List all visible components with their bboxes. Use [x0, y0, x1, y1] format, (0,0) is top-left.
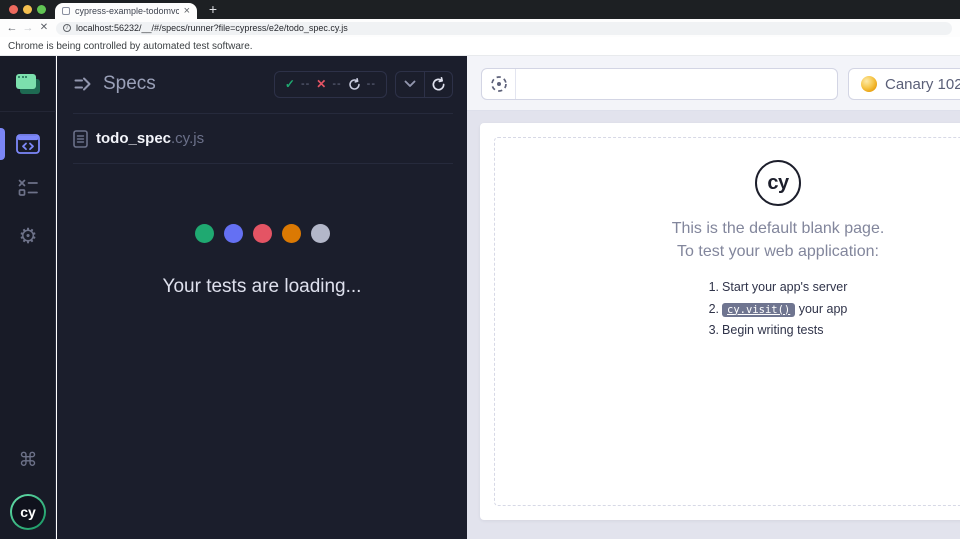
blank-page-heading-line1: This is the default blank page. [671, 220, 885, 237]
step-2: 2. cy.visit() your app [708, 301, 848, 317]
active-indicator [0, 128, 5, 160]
forward-icon[interactable]: → [20, 22, 36, 34]
specs-header: Specs ✓ -- ✕ -- -- [73, 70, 453, 98]
window-zoom-button[interactable] [37, 5, 46, 14]
cypress-app: ⚙ ⌘ cy Specs ✓ -- ✕ -- -- todo_spec.cy.j… [0, 56, 960, 539]
passed-count: -- [300, 78, 311, 90]
selector-playground-button[interactable] [482, 69, 516, 99]
step-3: 3. Begin writing tests [708, 323, 824, 337]
chrome-canary-icon [861, 76, 877, 92]
stop-loading-icon[interactable]: ✕ [36, 23, 52, 33]
cy-visit-link[interactable]: cy.visit() [722, 302, 796, 317]
tab-title: cypress-example-todomvc [75, 6, 179, 16]
cypress-blank-page-logo: cy [755, 160, 801, 206]
collapse-all-button[interactable] [396, 72, 424, 97]
cypress-logo[interactable]: cy [10, 494, 46, 530]
specs-title: Specs [103, 73, 156, 94]
aut-header: Canary 102 [467, 56, 960, 111]
sidebar-item-runs[interactable] [0, 168, 56, 208]
tab-favicon-icon [62, 7, 70, 15]
specs-panel: Specs ✓ -- ✕ -- -- todo_spec.cy.js Your … [57, 56, 467, 539]
browser-selector-label: Canary 102 [885, 75, 960, 93]
blank-page-steps: 1. Start your app's server 2. cy.visit() y… [709, 279, 848, 344]
browser-tab[interactable]: cypress-example-todomvc × [55, 3, 197, 19]
automation-banner: Chrome is being controlled by automated … [0, 37, 960, 56]
sidebar-item-specs[interactable] [0, 124, 56, 164]
back-icon[interactable]: ← [4, 22, 20, 34]
spec-file-name: todo_spec.cy.js [96, 130, 205, 147]
loading-dots [57, 224, 467, 243]
aut-url-group [481, 68, 838, 100]
window-close-button[interactable] [9, 5, 18, 14]
tab-close-icon[interactable]: × [184, 5, 190, 17]
site-info-icon[interactable]: i [63, 24, 71, 32]
spec-list-actions [395, 70, 453, 98]
refresh-specs-button[interactable] [424, 71, 452, 97]
automation-banner-text: Chrome is being controlled by automated … [8, 40, 253, 52]
blank-page-heading-line2: To test your web application: [677, 243, 879, 260]
sidebar: ⚙ ⌘ cy [0, 56, 56, 539]
address-url: localhost:56232/__/#/specs/runner?file=c… [76, 23, 348, 33]
sidebar-item-testing-type[interactable] [0, 56, 56, 112]
collapse-sidebar-icon[interactable] [73, 74, 93, 94]
address-bar[interactable]: i localhost:56232/__/#/specs/runner?file… [56, 21, 952, 35]
aut-viewport-card: cy This is the default blank page. To te… [480, 123, 960, 520]
runs-checklist-icon [17, 179, 39, 197]
e2e-testing-icon [15, 73, 41, 95]
new-tab-button[interactable]: + [205, 1, 221, 17]
screen: cypress-example-todomvc × + ← → ✕ i loca… [0, 0, 960, 539]
divider [73, 163, 453, 164]
browser-toolbar: ← → ✕ i localhost:56232/__/#/specs/runne… [0, 19, 960, 37]
blank-page: cy This is the default blank page. To te… [494, 137, 960, 506]
gear-icon: ⚙ [18, 224, 38, 248]
aut-url-input[interactable] [516, 69, 837, 99]
specs-browser-code-icon [16, 134, 40, 154]
failed-count: -- [332, 78, 342, 90]
spec-row-todo-spec[interactable]: todo_spec.cy.js [57, 114, 467, 163]
sidebar-item-settings[interactable]: ⚙ [0, 216, 56, 256]
blank-page-heading: This is the default blank page. To test … [495, 217, 960, 263]
aut-panel: Canary 102 cy This is the default blank … [467, 56, 960, 539]
browser-tabstrip: cypress-example-todomvc × + [0, 0, 960, 19]
passed-check-icon: ✓ [284, 77, 295, 91]
browser-selector-dropdown[interactable]: Canary 102 [848, 68, 960, 100]
running-spinner-icon [348, 77, 361, 91]
spec-stats: ✓ -- ✕ -- -- [273, 70, 387, 98]
step-1: 1. Start your app's server [708, 280, 848, 294]
sidebar-bottom: ⌘ cy [0, 449, 56, 539]
loading-text: Your tests are loading... [162, 276, 362, 297]
failed-cross-icon: ✕ [316, 77, 327, 91]
spec-file-icon [73, 129, 88, 148]
keyboard-shortcuts-icon[interactable]: ⌘ [19, 449, 38, 472]
running-count: -- [366, 78, 376, 90]
window-minimize-button[interactable] [23, 5, 32, 14]
